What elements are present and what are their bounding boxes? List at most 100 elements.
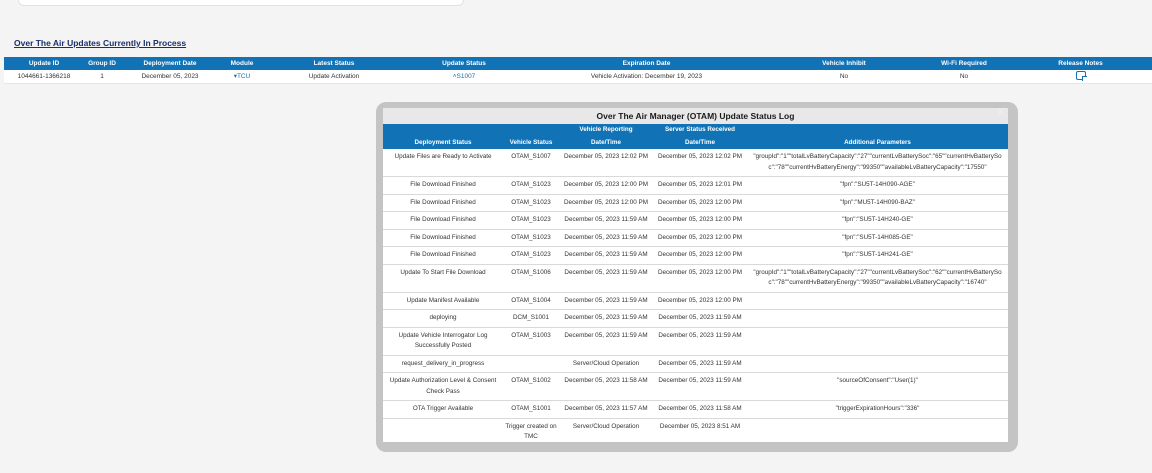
log-deployment-status: File Download Finished (383, 211, 503, 230)
log-col-vehicle-reporting: Vehicle Reporting (559, 124, 653, 137)
log-additional-params: "fpn":"SU5T-14H240-GE" (747, 211, 1008, 230)
col-module[interactable]: Module (220, 57, 264, 70)
log-header-row-1: Vehicle Reporting Server Status Received (383, 124, 1008, 137)
col-group-id[interactable]: Group ID (84, 57, 120, 70)
ota-header-row: Update ID Group ID Deployment Date Modul… (4, 57, 1152, 70)
release-notes-cell[interactable] (1009, 70, 1152, 84)
col-expiration-date[interactable]: Expiration Date (524, 57, 769, 70)
col-update-status[interactable]: Update Status (404, 57, 524, 70)
log-vehicle-reporting: December 05, 2023 11:59 AM (559, 264, 653, 293)
log-vehicle-reporting: December 05, 2023 11:58 AM (559, 372, 653, 401)
log-row: Update To Start File Download OTAM_S1006 D… (383, 264, 1008, 293)
log-vehicle-reporting: December 05, 2023 12:00 PM (559, 194, 653, 212)
log-vehicle-reporting: Server/Cloud Operation (559, 418, 653, 442)
log-col-server-status-datetime: Date/Time (653, 136, 747, 149)
log-additional-params (747, 355, 1008, 373)
log-vehicle-reporting: December 05, 2023 11:59 AM (559, 229, 653, 247)
log-vehicle-status: OTAM_S1002 (503, 372, 559, 401)
col-wifi-required[interactable]: Wi-Fi Required (919, 57, 1009, 70)
log-additional-params: "groupId":"1""totalLvBatteryCapacity":"2… (747, 264, 1008, 293)
log-vehicle-reporting: December 05, 2023 11:59 AM (559, 327, 653, 356)
log-vehicle-reporting: December 05, 2023 11:59 AM (559, 246, 653, 265)
top-card (18, 0, 464, 6)
log-row: File Download Finished OTAM_S1023 December… (383, 194, 1008, 212)
log-deployment-status: deploying (383, 309, 503, 328)
log-col-deployment-status-blank (383, 124, 503, 137)
log-additional-params: "fpn":"SU5T-14H090-AGE" (747, 176, 1008, 195)
col-vehicle-inhibit[interactable]: Vehicle Inhibit (769, 57, 919, 70)
log-server-received: December 05, 2023 12:02 PM (653, 149, 747, 177)
log-additional-params (747, 327, 1008, 356)
log-col-server-status: Server Status Received (653, 124, 747, 137)
log-vehicle-status: OTAM_S1006 (503, 264, 559, 293)
modal-content: Over The Air Manager (OTAM) Update Statu… (383, 108, 1008, 442)
col-latest-status[interactable]: Latest Status (264, 57, 404, 70)
log-vehicle-status: OTAM_S1003 (503, 327, 559, 356)
log-row: OTA Trigger Available OTAM_S1001 December … (383, 400, 1008, 419)
log-row: File Download Finished OTAM_S1023 December… (383, 246, 1008, 265)
log-col-additional-parameters: Additional Parameters (747, 136, 1008, 149)
log-row: Update Manifest Available OTAM_S1004 Decem… (383, 292, 1008, 310)
latest-status: Update Activation (264, 70, 404, 84)
update-status-link[interactable]: S1007 (457, 73, 476, 80)
log-vehicle-reporting: December 05, 2023 11:59 AM (559, 309, 653, 328)
log-deployment-status: File Download Finished (383, 246, 503, 265)
log-deployment-status: Update Authorization Level & Consent Che… (383, 372, 503, 401)
log-server-received: December 05, 2023 11:59 AM (653, 327, 747, 356)
log-additional-params: "groupId":"1""totalLvBatteryCapacity":"2… (747, 149, 1008, 177)
log-server-received: December 05, 2023 12:00 PM (653, 229, 747, 247)
log-additional-params: "fpn":"SU5T-14H085-GE" (747, 229, 1008, 247)
vehicle-inhibit: No (769, 70, 919, 84)
log-deployment-status: Update To Start File Download (383, 264, 503, 293)
modal-title: Over The Air Manager (OTAM) Update Statu… (383, 108, 1008, 124)
document-icon[interactable] (1075, 70, 1087, 81)
log-server-received: December 05, 2023 11:59 AM (653, 372, 747, 401)
close-icon[interactable]: X (997, 107, 1004, 118)
expiration-date: Vehicle Activation: December 19, 2023 (524, 70, 769, 84)
wifi-required: No (919, 70, 1009, 84)
col-release-notes[interactable]: Release Notes (1009, 57, 1152, 70)
log-vehicle-reporting: December 05, 2023 11:59 AM (559, 211, 653, 230)
group-id: 1 (84, 70, 120, 84)
update-status-cell[interactable]: ˄S1007 (404, 70, 524, 84)
log-row: File Download Finished OTAM_S1023 December… (383, 229, 1008, 247)
log-server-received: December 05, 2023 8:51 AM (653, 418, 747, 442)
log-server-received: December 05, 2023 12:00 PM (653, 211, 747, 230)
deployment-date: December 05, 2023 (120, 70, 220, 84)
log-row: Update Files are Ready to Activate OTAM_S… (383, 149, 1008, 177)
col-deployment-date[interactable]: Deployment Date (120, 57, 220, 70)
module-cell[interactable]: ▾TCU (220, 70, 264, 84)
log-deployment-status: request_delivery_in_progress (383, 355, 503, 373)
log-additional-params (747, 309, 1008, 328)
log-row: File Download Finished OTAM_S1023 December… (383, 176, 1008, 195)
log-deployment-status: File Download Finished (383, 229, 503, 247)
log-col-vehicle-status: Vehicle Status (503, 136, 559, 149)
log-vehicle-reporting: December 05, 2023 11:57 AM (559, 400, 653, 419)
log-additional-params (747, 292, 1008, 310)
log-vehicle-reporting: December 05, 2023 11:59 AM (559, 292, 653, 310)
log-vehicle-reporting: December 05, 2023 12:00 PM (559, 176, 653, 195)
log-vehicle-reporting: December 05, 2023 12:02 PM (559, 149, 653, 177)
log-vehicle-status: DCM_S1001 (503, 309, 559, 328)
table-row: 1044661-1366218 1 December 05, 2023 ▾TCU… (4, 70, 1152, 84)
module-link[interactable]: TCU (237, 73, 250, 80)
status-log-modal: Over The Air Manager (OTAM) Update Statu… (376, 102, 1018, 452)
log-server-received: December 05, 2023 12:00 PM (653, 264, 747, 293)
log-row: Update Authorization Level & Consent Che… (383, 372, 1008, 401)
log-header-row-2: Deployment Status Vehicle Status Date/Ti… (383, 136, 1008, 149)
log-deployment-status: File Download Finished (383, 176, 503, 195)
log-additional-params (747, 418, 1008, 442)
ota-table: Update ID Group ID Deployment Date Modul… (4, 57, 1152, 84)
log-vehicle-status: OTAM_S1023 (503, 229, 559, 247)
col-update-id[interactable]: Update ID (4, 57, 84, 70)
log-additional-params: "sourceOfConsent":"User(1)" (747, 372, 1008, 401)
log-vehicle-status: OTAM_S1001 (503, 400, 559, 419)
log-row: File Download Finished OTAM_S1023 December… (383, 211, 1008, 230)
log-vehicle-status: OTAM_S1023 (503, 176, 559, 195)
log-server-received: December 05, 2023 12:01 PM (653, 176, 747, 195)
log-deployment-status: File Download Finished (383, 194, 503, 212)
log-server-received: December 05, 2023 11:58 AM (653, 400, 747, 419)
log-deployment-status: Update Manifest Available (383, 292, 503, 310)
log-server-received: December 05, 2023 12:00 PM (653, 246, 747, 265)
log-row: request_delivery_in_progress Server/Cloud… (383, 355, 1008, 373)
